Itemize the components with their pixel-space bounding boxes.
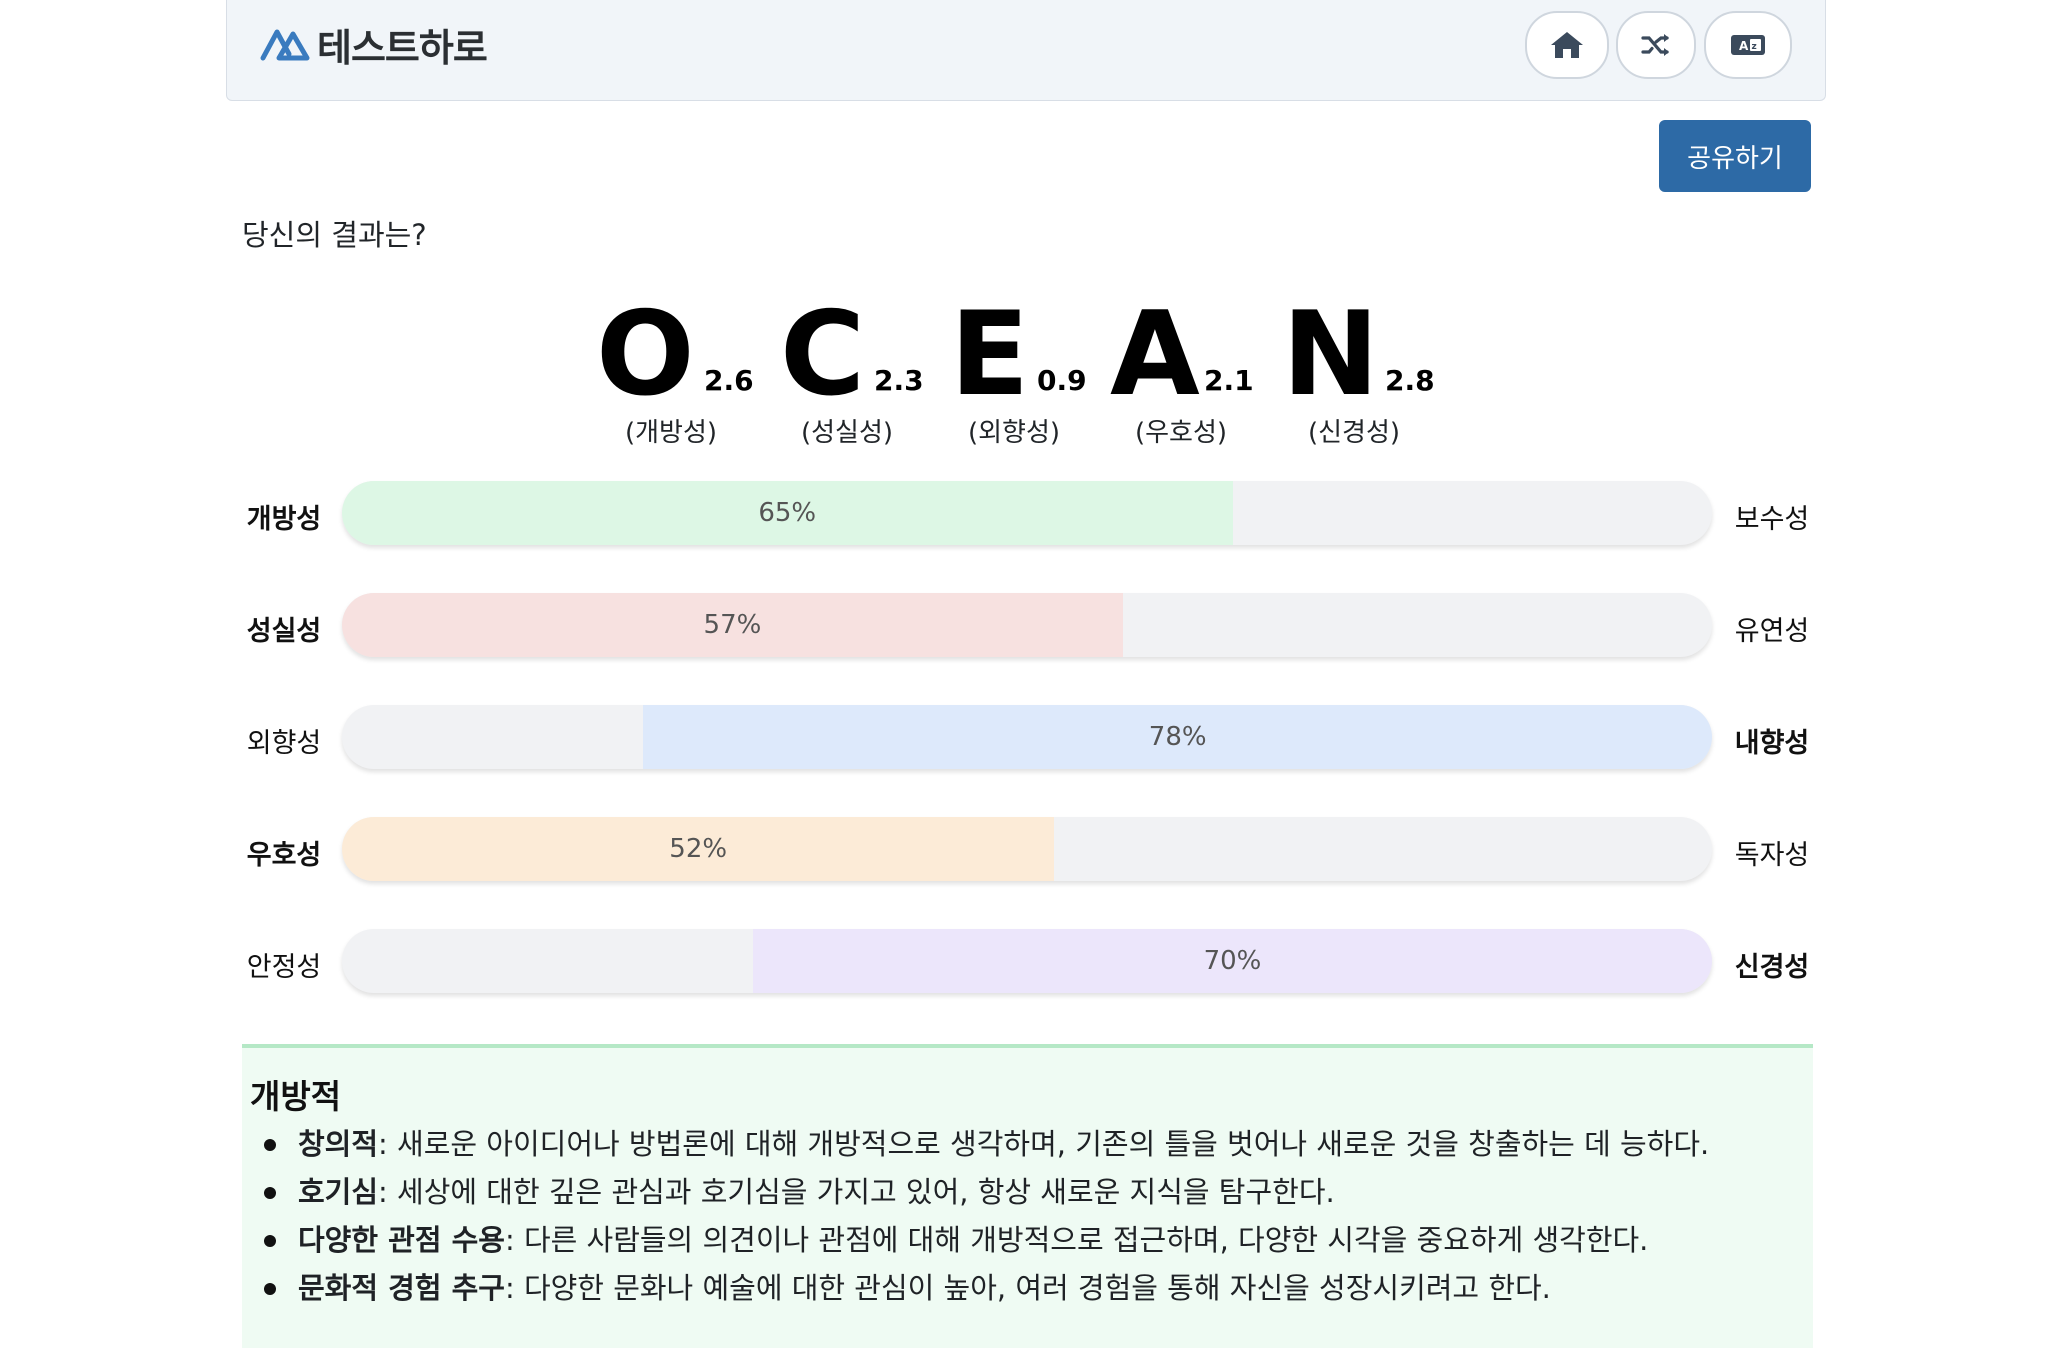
ocean-trait: (성실성): [800, 418, 894, 448]
brand[interactable]: 테스트하로: [259, 20, 488, 70]
logo-icon: [260, 29, 310, 61]
bar-right-label: 유연성: [1734, 616, 1810, 647]
ocean-summary: O 2.6 (개방성) C 2.3 (성실성) E 0.9 (외향성) A 2.…: [0, 290, 2048, 450]
ocean-trait: (개방성): [624, 418, 718, 448]
language-button[interactable]: A z: [1704, 11, 1792, 79]
bar-right-label: 독자성: [1734, 840, 1810, 871]
brand-name: 테스트하로: [317, 25, 488, 70]
bar-left-label: 개방성: [246, 504, 322, 535]
bar-left-label: 외향성: [246, 728, 322, 759]
home-icon: [1551, 32, 1583, 58]
item-text: : 새로운 아이디어나 방법론에 대해 개방적으로 생각하며, 기존의 틀을 벗…: [378, 1127, 1710, 1161]
bar-track: 57%: [342, 593, 1712, 657]
shuffle-icon: [1641, 34, 1669, 56]
bar-fill: 52%: [342, 817, 1055, 881]
description-list: 창의적: 새로운 아이디어나 방법론에 대해 개방적으로 생각하며, 기존의 틀…: [242, 1120, 1738, 1312]
item-text: : 세상에 대한 깊은 관심과 호기심을 가지고 있어, 항상 새로운 지식을 …: [378, 1175, 1335, 1209]
list-item: 호기심: 세상에 대한 깊은 관심과 호기심을 가지고 있어, 항상 새로운 지…: [264, 1168, 1738, 1216]
home-button[interactable]: [1525, 11, 1609, 79]
list-item: 문화적 경험 추구: 다양한 문화나 예술에 대한 관심이 높아, 여러 경험을…: [264, 1264, 1738, 1312]
ocean-score: 2.8: [1385, 364, 1435, 397]
ocean-letter: E: [950, 287, 1030, 422]
trait-bar-extraversion: 외향성 78% 내향성: [0, 705, 2048, 771]
item-text: : 다른 사람들의 의견이나 관점에 대해 개방적으로 접근하며, 다양한 시각…: [504, 1223, 1649, 1257]
ocean-trait: (우호성): [1134, 418, 1228, 448]
bar-left-label: 안정성: [246, 952, 322, 983]
bar-fill: 65%: [342, 481, 1233, 545]
share-button[interactable]: 공유하기: [1659, 120, 1811, 192]
result-question: 당신의 결과는?: [242, 218, 427, 252]
svg-text:z: z: [1752, 42, 1757, 52]
ocean-score: 2.6: [704, 364, 754, 397]
bar-right-label: 보수성: [1734, 504, 1810, 535]
item-term: 문화적 경험 추구: [298, 1271, 505, 1305]
ocean-trait: (신경성): [1307, 418, 1401, 448]
item-term: 창의적: [298, 1127, 379, 1161]
ocean-letter: N: [1282, 287, 1380, 422]
ocean-letter: A: [1110, 287, 1200, 422]
ocean-trait: (외향성): [967, 418, 1061, 448]
bar-left-label: 성실성: [246, 616, 322, 647]
ocean-score: 2.1: [1204, 364, 1254, 397]
ocean-letter: C: [780, 287, 866, 422]
description-title: 개방적: [250, 1077, 342, 1116]
trait-bar-neuroticism: 안정성 70% 신경성: [0, 929, 2048, 995]
trait-bar-conscientiousness: 성실성 57% 유연성: [0, 593, 2048, 659]
bar-fill: 57%: [342, 593, 1123, 657]
bar-track: 78%: [342, 705, 1712, 769]
top-navbar: 테스트하로 A z: [226, 0, 1826, 101]
list-item: 창의적: 새로운 아이디어나 방법론에 대해 개방적으로 생각하며, 기존의 틀…: [264, 1120, 1738, 1168]
bar-right-label: 신경성: [1734, 952, 1810, 983]
trait-description: 개방적 창의적: 새로운 아이디어나 방법론에 대해 개방적으로 생각하며, 기…: [242, 1044, 1813, 1348]
item-term: 다양한 관점 수용: [298, 1223, 505, 1257]
random-button[interactable]: [1616, 11, 1696, 79]
trait-bar-agreeableness: 우호성 52% 독자성: [0, 817, 2048, 883]
translate-icon: A z: [1731, 35, 1765, 55]
ocean-score: 0.9: [1037, 364, 1087, 397]
trait-bar-openness: 개방성 65% 보수성: [0, 481, 2048, 547]
svg-text:A: A: [1739, 39, 1749, 53]
ocean-score: 2.3: [874, 364, 924, 397]
bar-fill: 70%: [753, 929, 1712, 993]
bar-track: 70%: [342, 929, 1712, 993]
bar-right-label: 내향성: [1734, 728, 1810, 759]
item-text: : 다양한 문화나 예술에 대한 관심이 높아, 여러 경험을 통해 자신을 성…: [504, 1271, 1551, 1305]
list-item: 다양한 관점 수용: 다른 사람들의 의견이나 관점에 대해 개방적으로 접근하…: [264, 1216, 1738, 1264]
item-term: 호기심: [298, 1175, 379, 1209]
bar-track: 65%: [342, 481, 1712, 545]
ocean-letter: O: [596, 287, 695, 422]
bar-left-label: 우호성: [246, 840, 322, 871]
bar-track: 52%: [342, 817, 1712, 881]
bar-fill: 78%: [643, 705, 1712, 769]
